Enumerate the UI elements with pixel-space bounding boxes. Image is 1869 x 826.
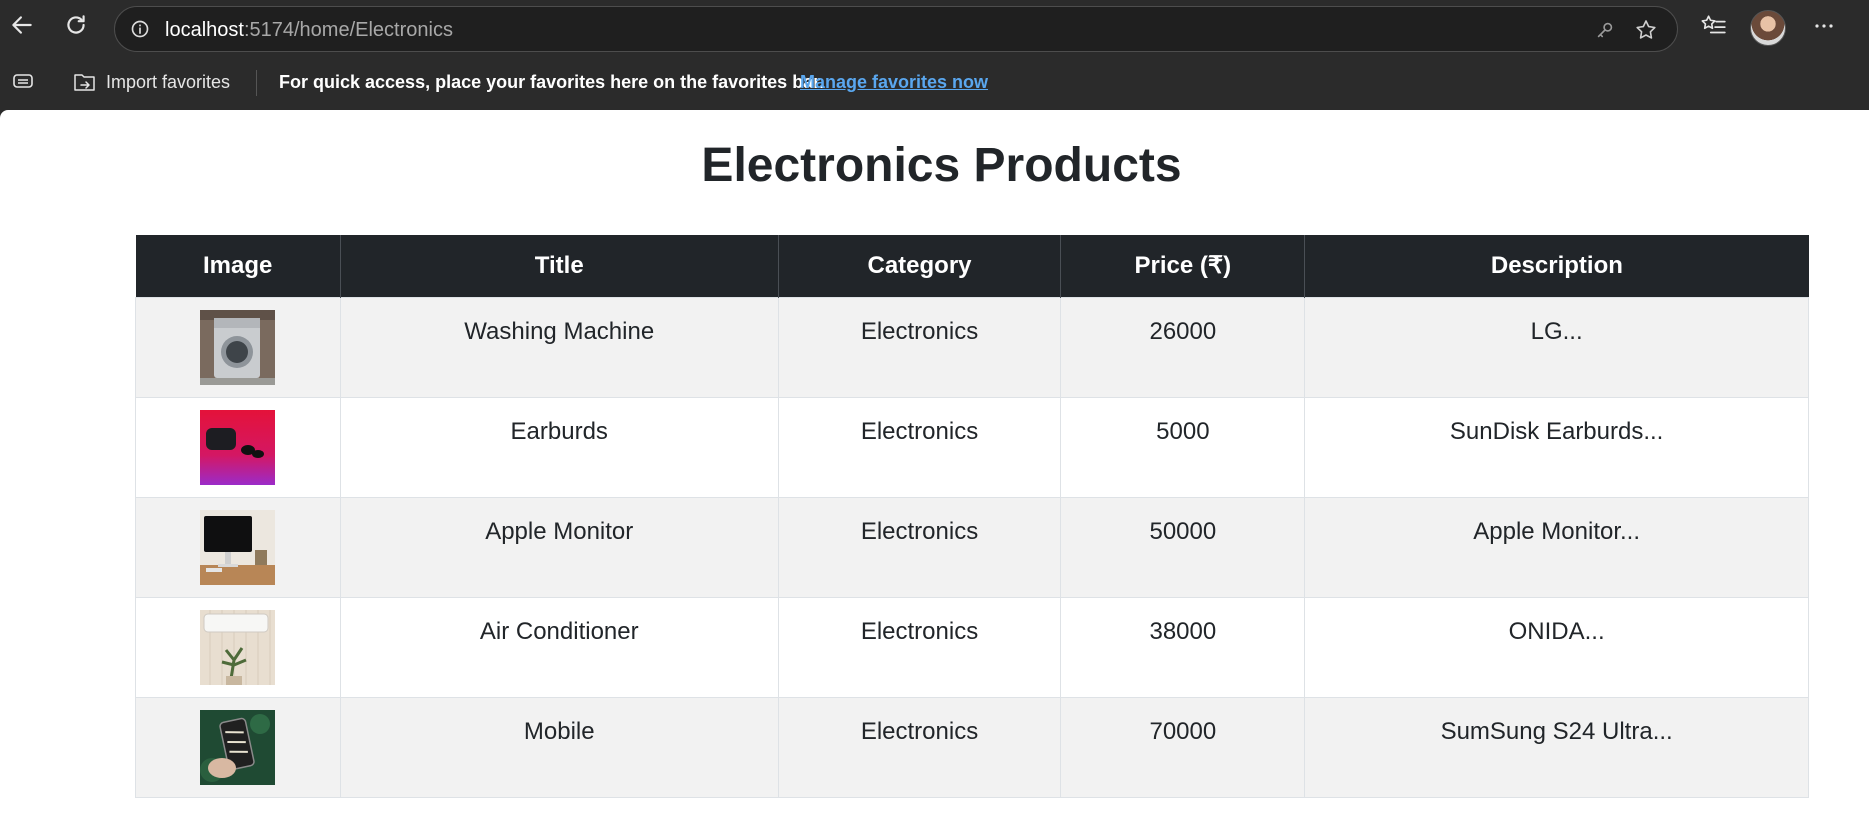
favorites-divider xyxy=(256,70,257,96)
description-cell: SunDisk Earburds... xyxy=(1304,396,1809,498)
table-row: Air Conditioner Electronics 38000 ONIDA.… xyxy=(135,596,1809,698)
description-cell: LG... xyxy=(1304,296,1809,398)
import-favorites-label: Import favorites xyxy=(106,71,231,92)
browser-toolbar: localhost:5174/home/Electronics xyxy=(0,0,1869,52)
earbuds-image xyxy=(200,409,276,485)
import-favorites-button[interactable]: Import favorites xyxy=(72,68,230,96)
category-cell: Electronics xyxy=(777,496,1062,598)
favorites-message: For quick access, place your favorites h… xyxy=(279,72,825,92)
site-info-icon[interactable] xyxy=(129,18,151,40)
image-cell xyxy=(135,596,341,698)
products-table: Image Title Category Price (₹) Descripti… xyxy=(135,235,1809,798)
header-price: Price (₹) xyxy=(1060,235,1306,297)
image-cell xyxy=(135,296,341,398)
title-cell: Earburds xyxy=(339,396,779,498)
back-button[interactable] xyxy=(6,9,38,41)
favorite-star-icon[interactable] xyxy=(1634,18,1658,42)
header-category: Category xyxy=(778,235,1062,297)
more-options-icon[interactable] xyxy=(1810,12,1838,40)
title-cell: Apple Monitor xyxy=(339,496,779,598)
refresh-icon xyxy=(67,15,85,34)
favorites-list-icon[interactable] xyxy=(1700,12,1728,40)
price-cell: 50000 xyxy=(1060,496,1306,598)
refresh-button[interactable] xyxy=(60,9,92,41)
image-cell xyxy=(135,496,341,598)
table-row: Earburds Electronics 5000 SunDisk Earbur… xyxy=(135,396,1809,498)
back-arrow-icon xyxy=(12,16,32,34)
header-image: Image xyxy=(135,235,341,297)
table-header-row: Image Title Category Price (₹) Descripti… xyxy=(135,235,1809,297)
category-cell: Electronics xyxy=(777,396,1062,498)
title-cell: Washing Machine xyxy=(339,296,779,398)
price-cell: 26000 xyxy=(1060,296,1306,398)
title-cell: Mobile xyxy=(339,696,779,798)
price-cell: 38000 xyxy=(1060,596,1306,698)
description-cell: ONIDA... xyxy=(1304,596,1809,698)
price-cell: 5000 xyxy=(1060,396,1306,498)
table-row: Washing Machine Electronics 26000 LG... xyxy=(135,296,1809,398)
header-title: Title xyxy=(340,235,779,297)
favorites-bar: Import favorites For quick access, place… xyxy=(0,60,1869,104)
page-content: Electronics Products Image Title Categor… xyxy=(0,110,1869,826)
image-cell xyxy=(135,396,341,498)
password-key-icon[interactable] xyxy=(1593,18,1617,42)
description-cell: SumSung S24 Ultra... xyxy=(1304,696,1809,798)
manage-favorites-link[interactable]: Manage favorites now xyxy=(800,72,988,93)
title-cell: Air Conditioner xyxy=(339,596,779,698)
image-cell xyxy=(135,696,341,798)
washing-machine-image xyxy=(200,309,276,385)
profile-avatar[interactable] xyxy=(1750,10,1786,46)
description-cell: Apple Monitor... xyxy=(1304,496,1809,598)
category-cell: Electronics xyxy=(777,696,1062,798)
import-favorites-icon xyxy=(74,74,95,91)
price-cell: 70000 xyxy=(1060,696,1306,798)
page-title: Electronics Products xyxy=(701,139,1182,192)
url-path: :5174/home/Electronics xyxy=(243,19,453,41)
table-row: Mobile Electronics 70000 SumSung S24 Ult… xyxy=(135,696,1809,798)
apple-monitor-image xyxy=(200,509,276,585)
table-row: Apple Monitor Electronics 50000 Apple Mo… xyxy=(135,496,1809,598)
url-host: localhost xyxy=(165,19,244,41)
category-cell: Electronics xyxy=(777,296,1062,398)
air-conditioner-image xyxy=(200,609,276,685)
address-bar[interactable]: localhost:5174/home/Electronics xyxy=(114,6,1678,52)
header-description: Description xyxy=(1304,235,1809,297)
url-text[interactable]: localhost:5174/home/Electronics xyxy=(165,19,453,42)
mobile-image xyxy=(200,709,276,785)
category-cell: Electronics xyxy=(777,596,1062,698)
collections-icon[interactable] xyxy=(10,70,36,92)
